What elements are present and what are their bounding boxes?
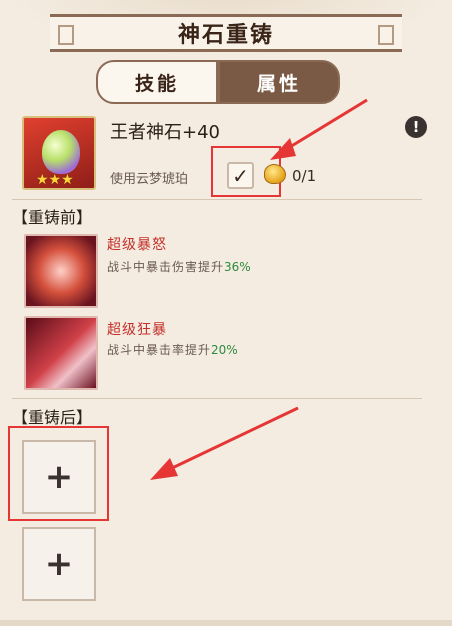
arrow-to-slot	[150, 406, 299, 480]
annotation-arrows	[150, 98, 368, 480]
arrow-to-checkbox	[270, 98, 368, 160]
bottom-border	[0, 620, 452, 626]
